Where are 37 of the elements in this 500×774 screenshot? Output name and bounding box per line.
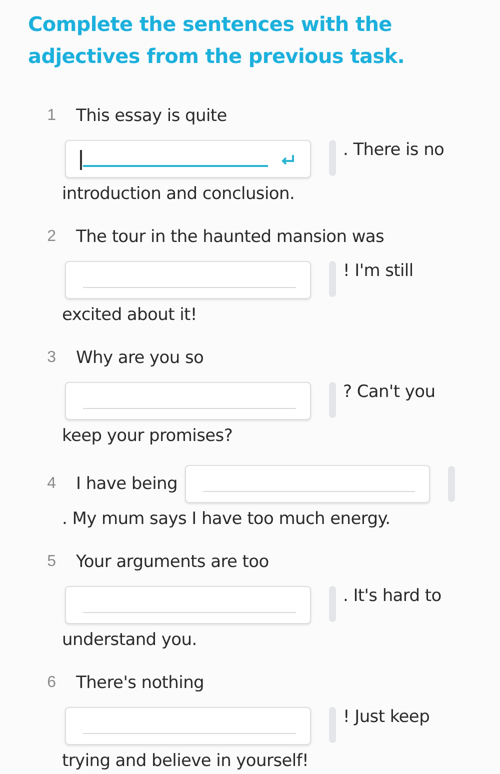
sentence-text: . My mum says I have too much energy.	[61, 508, 392, 531]
sentence-text: There's nothing	[76, 672, 204, 695]
item-number: 4	[46, 475, 56, 493]
answer-box[interactable]	[65, 586, 311, 624]
sentence-text: ? Can't you	[343, 382, 436, 402]
text-cursor	[80, 150, 82, 170]
item-number: 3	[46, 349, 56, 367]
drag-handle[interactable]	[329, 140, 336, 176]
sentence-text: This essay is quite	[76, 105, 227, 128]
answer-box[interactable]	[65, 140, 311, 178]
sentence-text: . It's hard to	[343, 586, 442, 606]
sentence-text: . There is no	[343, 140, 444, 160]
sentence-text: ! Just keep	[343, 707, 430, 727]
sentence-text: Your arguments are too	[76, 551, 269, 574]
sentence-text: The tour in the haunted mansion was	[76, 226, 384, 249]
answer-box[interactable]	[65, 382, 311, 420]
drag-handle[interactable]	[448, 466, 456, 502]
sentence-text: I have being	[76, 473, 178, 496]
item-number: 2	[46, 228, 56, 246]
answer-box[interactable]	[185, 465, 430, 503]
sentence-text: introduction and conclusion.	[61, 183, 296, 206]
sentence-text: Why are you so	[76, 347, 204, 370]
task-title: Complete the sentences with the adjectives from the previous task.	[27, 11, 406, 70]
item-number: 1	[46, 107, 56, 125]
drag-handle[interactable]	[329, 707, 336, 743]
answer-box[interactable]	[65, 707, 311, 745]
drag-handle[interactable]	[329, 382, 336, 418]
drag-handle[interactable]	[329, 586, 336, 622]
answer-box[interactable]	[65, 261, 311, 299]
item-number: 5	[46, 553, 56, 571]
sentence-text: trying and believe in yourself!	[61, 750, 310, 773]
sentence-text: keep your promises?	[61, 425, 234, 448]
sentence-text: understand you.	[61, 629, 198, 652]
sentence-text: excited about it!	[61, 304, 198, 327]
item-number: 6	[46, 674, 56, 692]
sentence-text: ! I'm still	[343, 261, 414, 281]
drag-handle[interactable]	[329, 261, 336, 297]
